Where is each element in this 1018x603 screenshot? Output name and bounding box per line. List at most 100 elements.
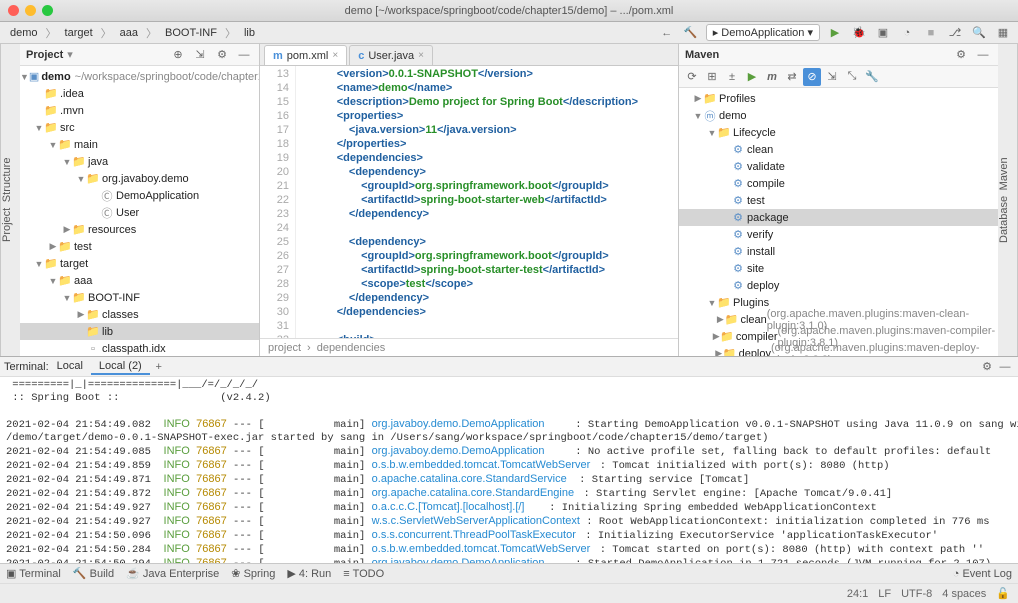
bottom-tool-tabs: ▣ Terminal 🔨 Build ☕ Java Enterprise ❀ S… xyxy=(0,563,1018,583)
right-tool-strip[interactable]: Database Maven xyxy=(998,44,1018,356)
execute-icon[interactable]: m xyxy=(763,68,781,86)
maven-tree-row[interactable]: ▶📁Profiles xyxy=(679,90,998,107)
generate-icon[interactable]: ⊞ xyxy=(703,68,721,86)
run-icon[interactable]: ▶ xyxy=(826,24,844,42)
terminal-tool-window: Terminal: Local Local (2) + ⚙ — ========… xyxy=(0,356,1018,563)
run-config-selector[interactable]: ▸ DemoApplication ▾ xyxy=(706,24,820,41)
settings-icon[interactable]: ▦ xyxy=(994,24,1012,42)
terminal-output[interactable]: =========|_|==============|___/=/_/_/_/ … xyxy=(0,377,1018,563)
maven-title: Maven xyxy=(685,49,719,61)
locate-icon[interactable]: ⊕ xyxy=(169,46,187,64)
maven-tree-row[interactable]: ⚙test xyxy=(679,192,998,209)
tool-tab-run[interactable]: ▶ 4: Run xyxy=(287,567,331,580)
tree-row[interactable]: ▶📁test xyxy=(20,238,259,255)
coverage-icon[interactable]: ▣ xyxy=(874,24,892,42)
terminal-tab[interactable]: Local xyxy=(49,359,91,375)
editor-body[interactable]: 1314151617181920212223242526272829303132… xyxy=(260,66,678,338)
main-split: Project Structure Project ▾ ⊕ ⇲ ⚙ — ▼ ▣ … xyxy=(0,44,1018,356)
tool-tab-terminal[interactable]: ▣ Terminal xyxy=(6,567,61,580)
tree-row[interactable]: ▶📁classes xyxy=(20,306,259,323)
crumb-item[interactable]: lib xyxy=(240,26,259,40)
maven-settings-icon[interactable]: 🔧 xyxy=(863,68,881,86)
hide-terminal-icon[interactable]: — xyxy=(996,358,1014,376)
search-icon[interactable]: 🔍 xyxy=(970,24,988,42)
tree-row[interactable]: 📁.mvn xyxy=(20,102,259,119)
debug-icon[interactable]: 🐞 xyxy=(850,24,868,42)
maven-tree-row[interactable]: ⚙install xyxy=(679,243,998,260)
editor-tab[interactable]: mpom.xml× xyxy=(264,45,347,65)
tree-root[interactable]: ▼ ▣ demo ~/workspace/springboot/code/cha… xyxy=(20,68,259,85)
hide-icon[interactable]: — xyxy=(235,46,253,64)
editor-tab[interactable]: cUser.java× xyxy=(349,45,433,65)
reload-icon[interactable]: ⟳ xyxy=(683,68,701,86)
tree-row[interactable]: ▶📁resources xyxy=(20,221,259,238)
maven-tree-row[interactable]: ▶📁deploy (org.apache.maven.plugins:maven… xyxy=(679,345,998,356)
tool-tab-java-ee[interactable]: ☕ Java Enterprise xyxy=(126,567,219,580)
download-icon[interactable]: ± xyxy=(723,68,741,86)
tree-row[interactable]: ⒸDemoApplication xyxy=(20,187,259,204)
skip-tests-icon[interactable]: ⊘ xyxy=(803,68,821,86)
tree-row[interactable]: ⒸUser xyxy=(20,204,259,221)
project-tool-window: Project ▾ ⊕ ⇲ ⚙ — ▼ ▣ demo ~/workspace/s… xyxy=(20,44,260,356)
maven-tree[interactable]: ▶📁Profiles▼ⓜdemo▼📁Lifecycle⚙clean⚙valida… xyxy=(679,88,998,356)
maven-tree-row[interactable]: ⚙validate xyxy=(679,158,998,175)
event-log-button[interactable]: ◔ Event Log xyxy=(953,568,1012,580)
collapse-all-icon[interactable]: ⤡ xyxy=(843,68,861,86)
terminal-settings-icon[interactable]: ⚙ xyxy=(978,358,996,376)
nav-breadcrumb: demo〉 target〉 aaa〉 BOOT-INF〉 lib ← 🔨 ▸ D… xyxy=(0,22,1018,44)
maven-tree-row[interactable]: ⚙clean xyxy=(679,141,998,158)
tool-tab-todo[interactable]: ≡ TODO xyxy=(343,568,384,580)
toggle-offline-icon[interactable]: ⇄ xyxy=(783,68,801,86)
tree-row[interactable]: ▼📁aaa xyxy=(20,272,259,289)
close-window[interactable] xyxy=(8,5,19,16)
left-tool-strip[interactable]: Project Structure xyxy=(0,44,20,356)
terminal-tab[interactable]: Local (2) xyxy=(91,359,150,375)
window-controls xyxy=(8,5,53,16)
tree-row[interactable]: ▼📁BOOT-INF xyxy=(20,289,259,306)
run-maven-icon[interactable]: ▶ xyxy=(743,68,761,86)
tree-row[interactable]: ▼📁org.javaboy.demo xyxy=(20,170,259,187)
tree-row[interactable]: ▼📁java xyxy=(20,153,259,170)
maven-tree-row[interactable]: ⚙site xyxy=(679,260,998,277)
maven-tree-row[interactable]: ⚙deploy xyxy=(679,277,998,294)
settings-gear-icon[interactable]: ⚙ xyxy=(952,46,970,64)
code-area[interactable]: <version>0.0.1-SNAPSHOT</version> <name>… xyxy=(296,66,678,338)
tree-row[interactable]: 📁.idea xyxy=(20,85,259,102)
editor-breadcrumb[interactable]: project›dependencies xyxy=(260,338,678,356)
hide-icon[interactable]: — xyxy=(974,46,992,64)
maven-header: Maven ⚙ — xyxy=(679,44,998,66)
tree-row[interactable]: 📁lib xyxy=(20,323,259,340)
tool-tab-build[interactable]: 🔨 Build xyxy=(73,567,114,580)
settings-gear-icon[interactable]: ⚙ xyxy=(213,46,231,64)
tree-row[interactable]: ▼📁target xyxy=(20,255,259,272)
tree-row[interactable]: ▫classpath.idx xyxy=(20,340,259,356)
show-deps-icon[interactable]: ⇲ xyxy=(823,68,841,86)
crumb-item[interactable]: target xyxy=(61,26,97,40)
maven-tree-row[interactable]: ⚙verify xyxy=(679,226,998,243)
collapse-icon[interactable]: ⇲ xyxy=(191,46,209,64)
add-terminal-icon[interactable]: + xyxy=(150,358,168,376)
line-gutter: 1314151617181920212223242526272829303132… xyxy=(260,66,296,338)
build-icon[interactable]: 🔨 xyxy=(682,24,700,42)
crumb-item[interactable]: demo xyxy=(6,26,42,40)
maven-tree-row[interactable]: ⚙compile xyxy=(679,175,998,192)
tool-tab-spring[interactable]: ❀ Spring xyxy=(231,567,275,580)
profiler-icon[interactable]: ◔ xyxy=(898,24,916,42)
maximize-window[interactable] xyxy=(42,5,53,16)
tree-row[interactable]: ▼📁main xyxy=(20,136,259,153)
close-tab-icon[interactable]: × xyxy=(332,50,338,61)
maven-tree-row[interactable]: ⚙package xyxy=(679,209,998,226)
git-icon[interactable]: ⎇ xyxy=(946,24,964,42)
tree-row[interactable]: ▼📁src xyxy=(20,119,259,136)
maven-tree-row[interactable]: ▼ⓜdemo xyxy=(679,107,998,124)
back-icon[interactable]: ← xyxy=(658,24,676,42)
crumb-item[interactable]: aaa xyxy=(116,26,142,40)
project-tree[interactable]: ▼ ▣ demo ~/workspace/springboot/code/cha… xyxy=(20,66,259,356)
window-title: demo [~/workspace/springboot/code/chapte… xyxy=(345,5,674,17)
close-tab-icon[interactable]: × xyxy=(418,50,424,61)
minimize-window[interactable] xyxy=(25,5,36,16)
stop-icon[interactable]: ■ xyxy=(922,24,940,42)
crumb-item[interactable]: BOOT-INF xyxy=(161,26,221,40)
terminal-tabs: Terminal: Local Local (2) + ⚙ — xyxy=(0,357,1018,377)
maven-tree-row[interactable]: ▼📁Lifecycle xyxy=(679,124,998,141)
